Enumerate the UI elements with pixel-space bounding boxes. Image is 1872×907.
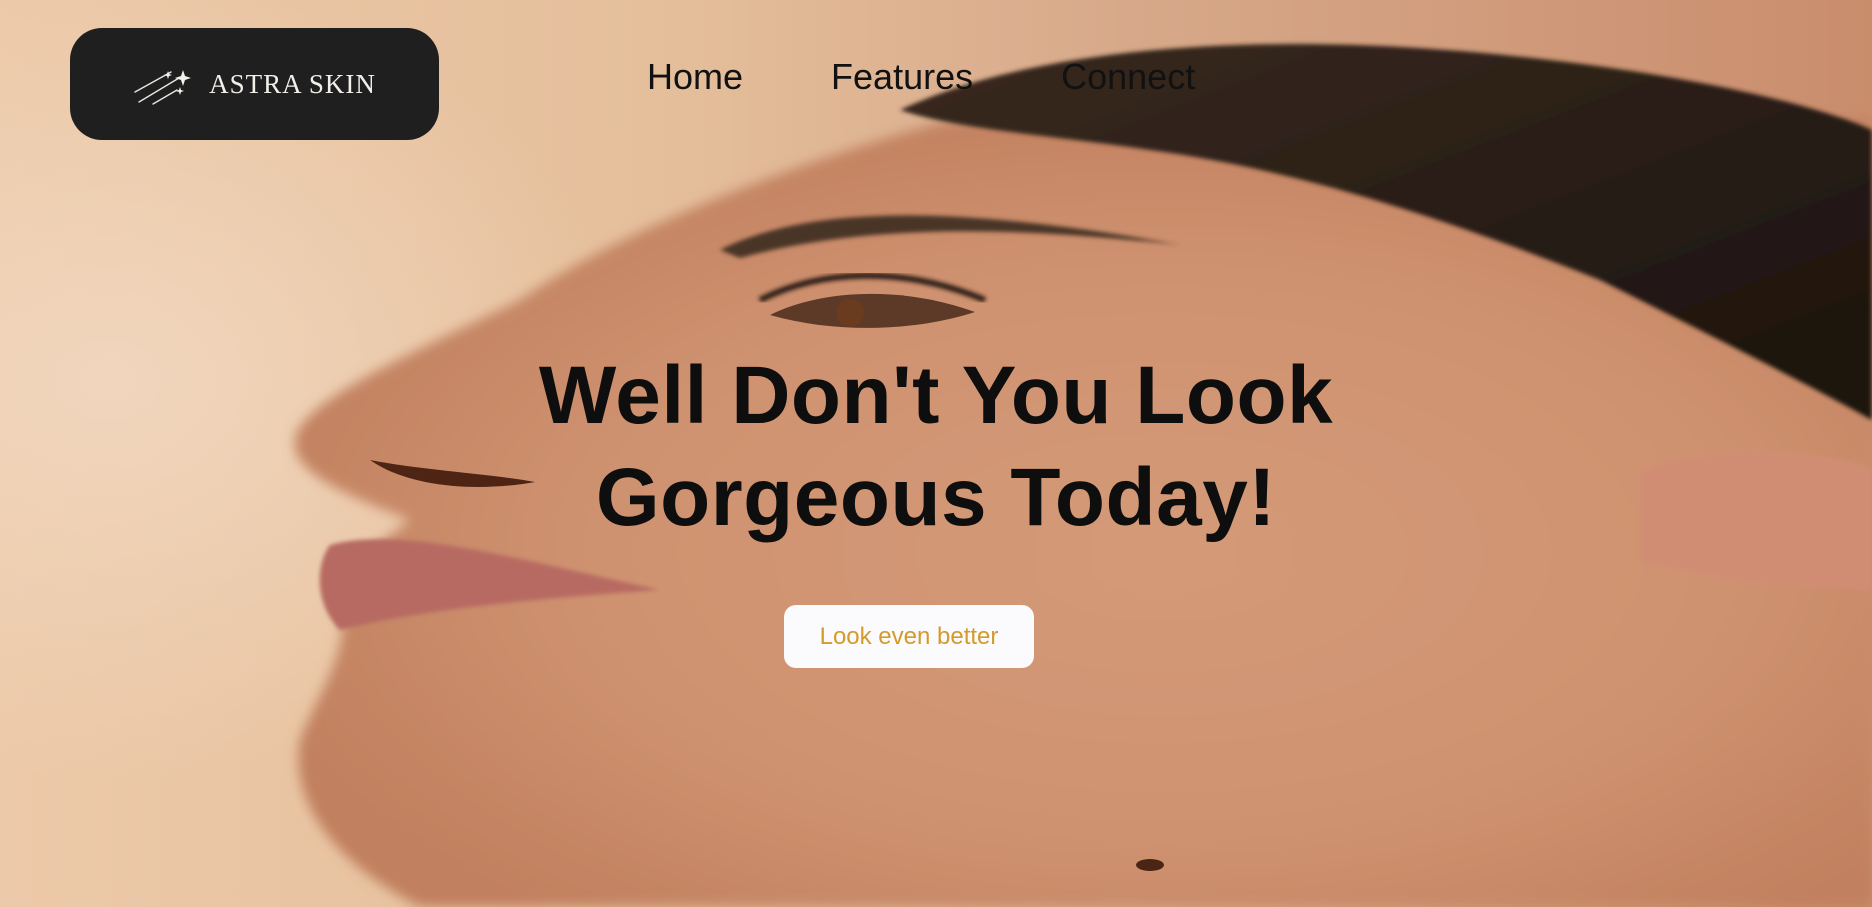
nav-features-link[interactable]: Features (831, 56, 973, 98)
hero-headline-line-1: Well Don't You Look (538, 350, 1334, 441)
nav-home-link[interactable]: Home (647, 56, 743, 98)
hero-section: ASTRA SKIN Home Features Connect Well Do… (0, 0, 1872, 907)
brand-logo[interactable]: ASTRA SKIN (70, 28, 439, 140)
nav-connect-link[interactable]: Connect (1061, 56, 1195, 98)
shooting-stars-icon (134, 70, 192, 105)
hero-headline: Well Don't You Look Gorgeous Today! (0, 345, 1872, 549)
main-nav: Home Features Connect (647, 56, 1195, 98)
brand-name: ASTRA SKIN (209, 68, 376, 99)
hero-headline-line-2: Gorgeous Today! (595, 452, 1277, 543)
look-even-better-button[interactable]: Look even better (784, 605, 1034, 668)
